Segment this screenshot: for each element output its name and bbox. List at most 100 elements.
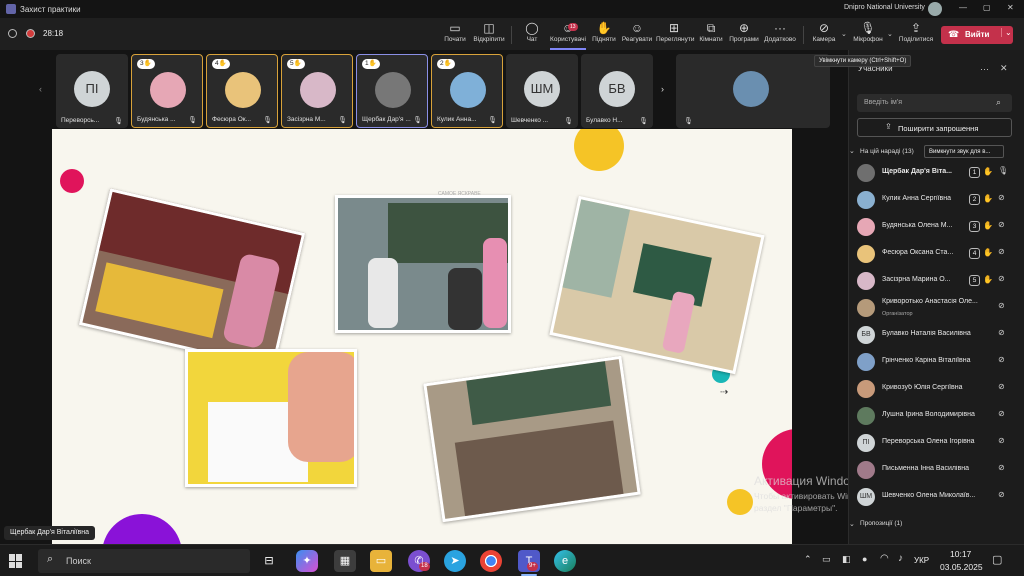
chevron-down-icon[interactable]: ⌄ [887,30,893,38]
participant-tile[interactable]: 3✋ Будянська ... 🎙 [131,54,203,128]
participant-row[interactable]: Кривозуб Юлія Сергіївна ⊘ [855,376,1019,402]
chrome-icon[interactable] [480,550,502,572]
participant-row[interactable]: Щербак Дар'я Віта... 1 ✋ 🎙 [855,160,1019,186]
avatar [300,72,336,108]
participant-row[interactable]: Грінченко Каріна Віталіївна ⊘ [855,349,1019,375]
participant-row[interactable]: Засізрна Марина О... 5 ✋ ⊘ [855,268,1019,294]
monitor-icon[interactable]: ▭ [822,554,831,565]
apps-button[interactable]: ⊕ Програми [726,20,762,50]
camera-button[interactable]: ⊘ Камера [806,20,842,50]
close-icon[interactable]: ✕ [1007,3,1014,12]
mic-off-icon: 🎙 [114,118,123,125]
mic-off-icon[interactable]: ⊘ [998,247,1005,256]
notifications-icon[interactable]: ▢ [992,553,1002,566]
chevron-down-icon[interactable]: ⌄ [849,520,855,528]
react-button[interactable]: ☺ Реагувати [619,20,655,50]
mic-icon: 🎙 [413,117,422,124]
clock-date[interactable]: 03.05.2025 [940,562,983,572]
participant-row[interactable]: Будянська Олена М... 3 ✋ ⊘ [855,214,1019,240]
maximize-icon[interactable]: ▢ [983,3,991,12]
chevron-down-icon[interactable]: ⌄ [849,147,855,155]
microphone-button[interactable]: 🎙 Мікрофон [850,20,886,50]
participant-tile[interactable]: 2✋ Кулик Анна... 🎙 [431,54,503,128]
task-view-icon[interactable]: ⊟ [258,550,280,572]
view-button[interactable]: ⊞ Переглянути [656,20,695,50]
participant-row[interactable]: БВ Булавко Наталія Василівна ⊘ [855,322,1019,348]
calculator-icon[interactable]: ▦ [334,550,356,572]
participant-row[interactable]: Кулик Анна Сергіївна 2 ✋ ⊘ [855,187,1019,213]
mute-all-button[interactable]: Вимкнути звук для в... [924,145,1004,158]
share-button[interactable]: ⇪ Поділитися [898,20,934,50]
user-avatar[interactable] [928,2,942,16]
title-bar: Захист практики Dnipro National Universi… [0,0,1024,18]
invite-button[interactable]: ⇪ Поширити запрошення [857,118,1012,137]
mic-off-icon[interactable]: ⊘ [998,328,1005,337]
telegram-icon[interactable]: ➤ [444,550,466,572]
wifi-icon[interactable]: ◠ [880,553,889,564]
avatar [857,272,875,290]
clock-time[interactable]: 10:17 [950,549,971,559]
participant-row[interactable]: Криворотько Анастасія Оле... Організатор ⊘ [855,295,1019,321]
file-explorer-icon[interactable]: ▭ [370,550,392,572]
participant-tile[interactable]: 5✋ Засізрна М... 🎙 [281,54,353,128]
language-indicator[interactable]: УКР [914,556,929,565]
participant-row[interactable]: ПІ Переворська Олена Ігорівна ⊘ [855,430,1019,456]
camera-tooltip: Увімкнути камеру (Ctrl+Shift+O) [814,55,912,67]
mic-off-icon[interactable]: ⊘ [998,301,1005,310]
self-view-tile[interactable]: 🎙 [676,54,830,128]
mic-off-icon[interactable]: ⊘ [998,193,1005,202]
more-options-icon[interactable]: ··· [980,64,989,74]
in-meeting-section[interactable]: На цій нараді (13) [860,148,914,155]
microphone-tray-icon[interactable]: ● [862,554,867,564]
mic-icon[interactable]: 🎙 [998,166,1008,175]
mic-off-icon: 🎙 [564,118,573,125]
arrow-right-icon[interactable]: ⇢ [720,387,728,398]
mic-off-icon[interactable]: ⊘ [998,355,1005,364]
tile-name: Фесюра Ок... [212,116,252,123]
participant-search-input[interactable]: Введіть ім'я ⌕ [857,94,1012,112]
chat-button[interactable]: ◯ Чат [514,20,550,50]
close-panel-icon[interactable]: ✕ [1000,63,1008,74]
mic-off-icon[interactable]: ⊘ [998,409,1005,418]
volume-icon[interactable]: ♪ [898,553,903,564]
taskbar-search-input[interactable]: ⌕ Поиск [38,549,250,573]
mic-off-icon[interactable]: ⊘ [998,274,1005,283]
more-button[interactable]: ··· Додатково [762,20,798,50]
participant-row[interactable]: Письменна Інна Василівна ⊘ [855,457,1019,483]
edge-icon[interactable]: e [554,550,576,572]
chevron-up-icon[interactable]: ⌃ [804,554,812,565]
mic-off-icon[interactable]: ⊘ [998,463,1005,472]
mic-off-icon: 🎙 [684,118,693,125]
proposed-section[interactable]: Пропозиції (1) [860,520,902,527]
mic-off-icon[interactable]: ⊘ [998,220,1005,229]
apps-icon: ⊕ [738,21,750,35]
avatar [857,353,875,371]
classroom-photo-2 [335,195,511,333]
participant-tile[interactable]: 1✋ Щербак Дар'я ... 🎙 [356,54,428,128]
minimize-icon[interactable]: — [959,3,967,12]
unpin-button[interactable]: ◫ Відкріпити [471,20,507,50]
chevron-down-icon[interactable]: ⌄ [1001,28,1012,37]
participant-row[interactable]: Лушна Ірина Володимирівна ⊘ [855,403,1019,429]
raise-hand-button[interactable]: ✋ Підняти [586,20,622,50]
mic-off-icon[interactable]: ⊘ [998,382,1005,391]
meeting-toolbar: 28:18 ▭Почати ◫Відкріпити ◯Чат ☺Користув… [0,18,1024,50]
copilot-icon[interactable]: ✦ [296,550,318,572]
participant-tile[interactable]: ПІ Переворсь... 🎙 [56,54,128,128]
share-screen-button[interactable]: ▭ Почати [437,20,473,50]
hand-order-badge: 2 [969,194,980,205]
participant-tile[interactable]: 4✋ Фесюра Ок... 🎙 [206,54,278,128]
mic-off-icon[interactable]: ⊘ [998,490,1005,499]
tile-name: Щербак Дар'я ... [362,116,411,123]
leave-button[interactable]: ☎ Вийти ⌄ [941,26,1013,44]
avatar: БВ [599,71,635,107]
participant-tile[interactable]: ШМ Шевченко ... 🎙 [506,54,578,128]
participant-tile[interactable]: БВ Булавко Н... 🎙 [581,54,653,128]
participant-row[interactable]: Фесюра Оксана Ста... 4 ✋ ⊘ [855,241,1019,267]
camera-tray-icon[interactable]: ◧ [842,554,851,565]
chevron-down-icon[interactable]: ⌄ [841,30,847,38]
rooms-button[interactable]: ⧉ Кімнати [693,20,729,50]
mic-off-icon[interactable]: ⊘ [998,436,1005,445]
windows-start-icon[interactable] [9,554,23,568]
participant-row[interactable]: ШМ Шевченко Олена Миколаїв... ⊘ [855,484,1019,510]
